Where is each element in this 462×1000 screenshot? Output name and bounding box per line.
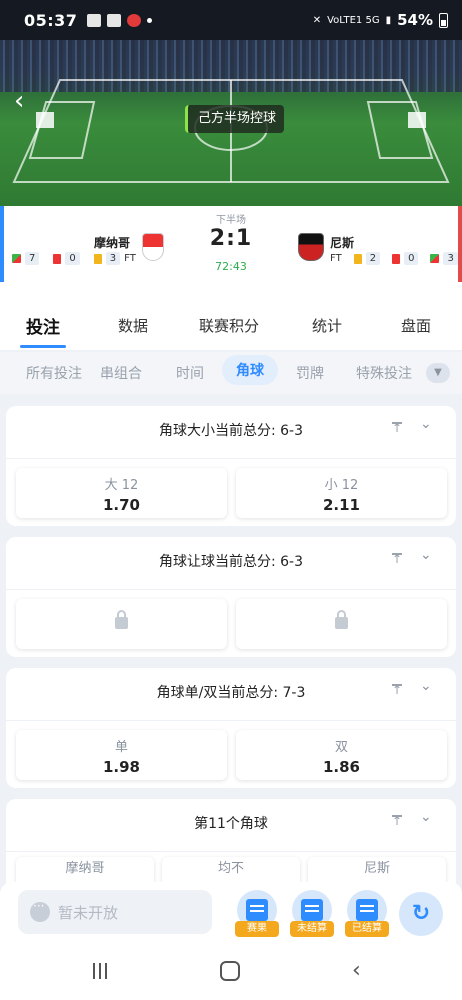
- odds-button-locked-home: [16, 599, 227, 649]
- results-button[interactable]: 赛果: [234, 890, 280, 937]
- market-filter-tabs: 所有投注 串组合 时间 角球 罚牌 特殊投注 ▼: [0, 352, 462, 394]
- subtab-combo[interactable]: 串组合: [100, 363, 142, 383]
- pin-top-icon[interactable]: [390, 552, 404, 566]
- divider: [6, 720, 456, 721]
- away-red-cards: 0: [404, 252, 419, 265]
- away-team-name: 尼斯: [330, 236, 355, 250]
- network-label: VoLTE1 5G: [327, 14, 380, 26]
- pitch-visual: ‹ 己方半场控球: [0, 40, 462, 206]
- status-time: 05:37: [24, 10, 78, 30]
- pin-top-icon[interactable]: [390, 683, 404, 697]
- back-button[interactable]: ‹: [14, 88, 40, 114]
- system-nav-bar: ‹: [0, 944, 462, 1000]
- divider: [6, 589, 456, 590]
- pin-top-icon[interactable]: [390, 814, 404, 828]
- market-card-handicap: 角球让球当前总分: 6-3 ⌄: [6, 537, 456, 657]
- status-bar: 05:37 ✕ VoLTE1 5G ▮ 54%: [0, 0, 462, 40]
- subtab-time[interactable]: 时间: [176, 363, 204, 383]
- odds-label: 单: [114, 740, 128, 755]
- chat-placeholder: 暂未开放: [58, 903, 119, 922]
- tab-board[interactable]: 盘面: [401, 315, 431, 336]
- home-icon[interactable]: [220, 961, 240, 981]
- lock-icon: [115, 610, 128, 629]
- unsettled-button[interactable]: 未结算: [289, 890, 335, 937]
- away-ft-label: FT: [330, 253, 342, 264]
- odds-button-under[interactable]: 小 12 2.11: [236, 468, 447, 518]
- odds-label: 双: [334, 740, 348, 755]
- subtab-special[interactable]: 特殊投注: [356, 363, 412, 383]
- refresh-icon[interactable]: ↻: [399, 892, 443, 936]
- pin-top-icon[interactable]: [390, 421, 404, 435]
- recent-apps-icon[interactable]: [91, 962, 109, 980]
- signal-icon: ▮: [385, 14, 392, 26]
- notification-icons: [87, 13, 153, 27]
- chevron-down-icon[interactable]: ⌄: [420, 809, 434, 825]
- possession-badge: 己方半场控球: [185, 105, 285, 133]
- away-stats: FT 2 0 3: [330, 252, 458, 265]
- tab-data[interactable]: 数据: [118, 315, 148, 336]
- match-period: 下半场: [216, 215, 246, 226]
- away-yellow-cards: 2: [365, 252, 381, 265]
- calendar-icon: [356, 899, 378, 921]
- away-team-crest: [298, 233, 324, 261]
- divider: [6, 458, 456, 459]
- chat-input[interactable]: 暂未开放: [18, 890, 212, 934]
- away-corners: 3: [443, 252, 458, 265]
- corner-flag-icon: [430, 254, 440, 263]
- message-icon: [107, 13, 122, 27]
- chevron-down-icon[interactable]: ⌄: [420, 547, 434, 563]
- chat-bubble-icon: [30, 899, 50, 922]
- odds-value: 1.70: [102, 496, 140, 514]
- market-card-over-under: 角球大小当前总分: 6-3 ⌄ 大 12 1.70 小 12 2.11: [6, 406, 456, 526]
- odds-value: 1.86: [322, 758, 360, 776]
- odds-label: 大 12: [104, 478, 139, 493]
- odds-button-locked-away: [236, 599, 447, 649]
- market-card-odd-even: 角球单/双当前总分: 7-3 ⌄ 单 1.98 双 1.86: [6, 668, 456, 788]
- odds-value: 1.98: [102, 758, 140, 776]
- tab-standings[interactable]: 联赛积分: [199, 315, 259, 336]
- more-notifications-icon: [147, 17, 153, 23]
- tab-bet[interactable]: 投注: [20, 313, 66, 348]
- results-label: 赛果: [235, 921, 279, 937]
- more-tabs-button[interactable]: ▼: [426, 363, 450, 383]
- main-tabs: 投注 数据 联赛积分 统计 盘面: [0, 300, 462, 350]
- subtab-all[interactable]: 所有投注: [26, 363, 82, 383]
- match-header: 摩纳哥 7 0 3 FT 下半场 2:1 72:43 尼斯 FT 2 0 3: [0, 206, 462, 300]
- odds-value: 2.11: [322, 496, 360, 514]
- tab-stats[interactable]: 统计: [312, 315, 342, 336]
- mute-icon: ✕: [312, 14, 322, 26]
- red-card-icon: [392, 253, 401, 264]
- subtab-cards[interactable]: 罚牌: [296, 363, 324, 383]
- bottom-dock: 暂未开放 赛果 未结算 已结算 ↻: [0, 882, 462, 944]
- settled-button[interactable]: 已结算: [344, 890, 390, 937]
- battery-percent: 54%: [397, 11, 433, 29]
- battery-icon: [439, 12, 448, 28]
- chevron-down-icon[interactable]: ⌄: [420, 416, 434, 432]
- chevron-down-icon[interactable]: ⌄: [420, 678, 434, 694]
- image-icon: [87, 13, 102, 27]
- lock-icon: [335, 610, 348, 629]
- system-icons: ✕ VoLTE1 5G ▮ 54%: [313, 11, 448, 29]
- odds-button-over[interactable]: 大 12 1.70: [16, 468, 227, 518]
- app-notification-icon: [127, 13, 142, 27]
- subtab-corners[interactable]: 角球: [222, 355, 278, 385]
- settled-label: 已结算: [345, 921, 389, 937]
- calendar-icon: [301, 899, 323, 921]
- match-score: 2:1: [209, 226, 253, 251]
- odds-label: 小 12: [324, 478, 359, 493]
- unsettled-label: 未结算: [290, 921, 334, 937]
- odds-button-odd[interactable]: 单 1.98: [16, 730, 227, 780]
- divider: [6, 851, 456, 852]
- odds-button-even[interactable]: 双 1.86: [236, 730, 447, 780]
- yellow-card-icon: [353, 253, 362, 264]
- back-icon[interactable]: ‹: [352, 960, 361, 982]
- results-icon: [246, 899, 268, 921]
